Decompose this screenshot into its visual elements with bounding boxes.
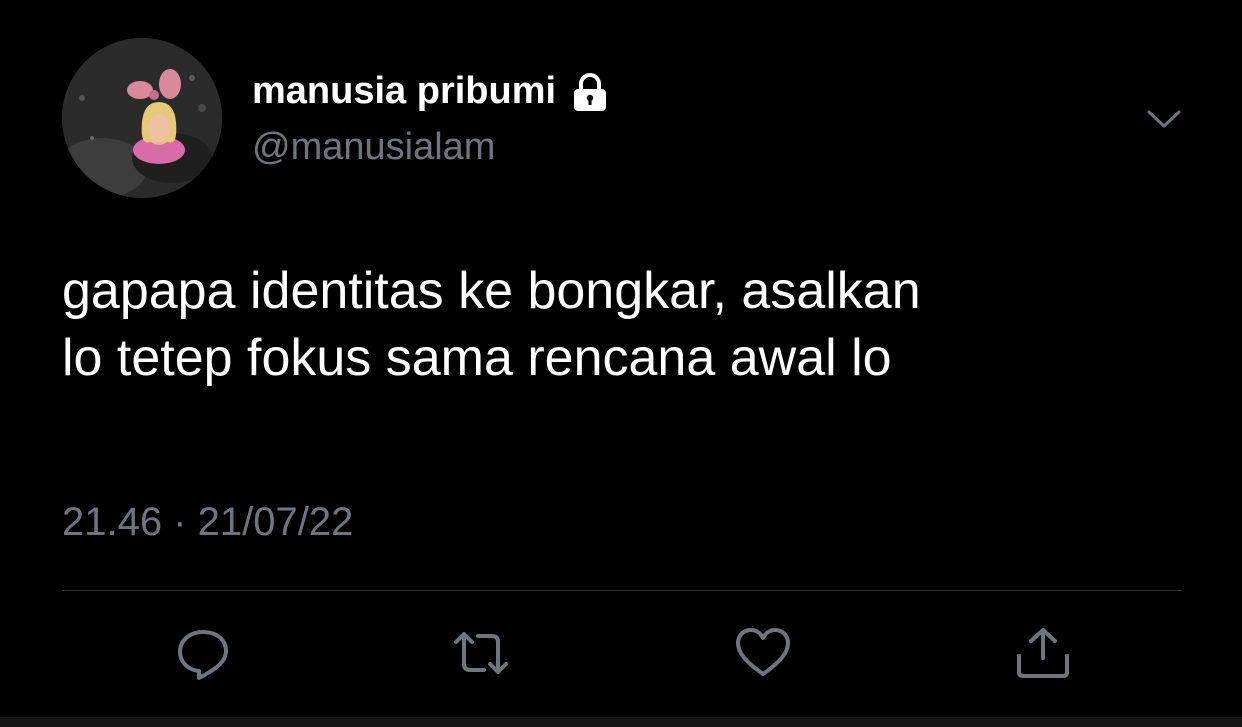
display-name-text: manusia pribumi <box>252 70 557 112</box>
divider <box>62 590 1182 591</box>
tweet-text: gapapa identitas ke bongkar, asalkan lo … <box>62 258 1182 392</box>
tweet-text-line: gapapa identitas ke bongkar, asalkan <box>62 262 921 320</box>
chevron-down-icon[interactable] <box>1144 104 1184 134</box>
reply-button[interactable] <box>174 626 232 680</box>
lock-icon <box>568 72 612 112</box>
tweet-text-line: lo tetep fokus sama rencana awal lo <box>62 329 892 387</box>
like-icon <box>736 628 790 676</box>
avatar[interactable] <box>62 38 222 198</box>
retweet-button[interactable] <box>452 626 510 680</box>
share-icon <box>1017 628 1069 678</box>
tweet-timestamp[interactable]: 21.46 · 21/07/22 <box>62 500 353 545</box>
display-name[interactable]: manusia pribumi <box>252 70 612 113</box>
reply-icon <box>178 630 228 680</box>
retweet-icon <box>454 632 508 674</box>
like-button[interactable] <box>734 626 792 680</box>
avatar-image <box>62 38 222 198</box>
share-button[interactable] <box>1014 626 1072 680</box>
username-handle[interactable]: @manusialam <box>252 126 495 169</box>
bottom-bar <box>0 717 1242 727</box>
